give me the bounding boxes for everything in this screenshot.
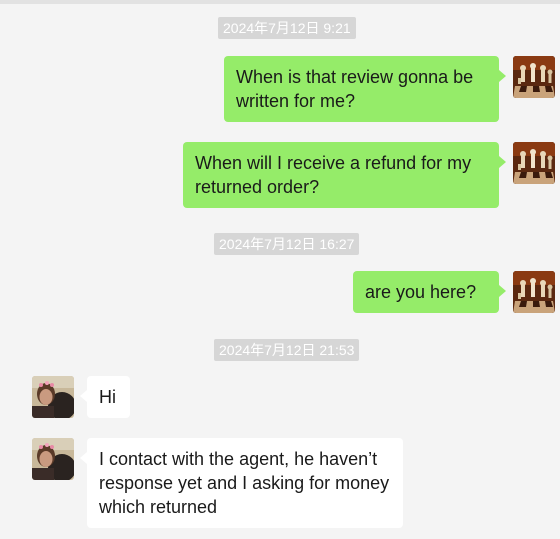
message-bubble-outgoing[interactable]: When will I receive a refund for my retu… [183,142,506,208]
message-bubble-outgoing[interactable]: are you here? [353,271,506,313]
top-divider [0,0,560,4]
message-bubble-outgoing[interactable]: When is that review gonna be written for… [224,56,506,122]
person-photo-avatar[interactable] [32,438,74,480]
timestamp: 2024年7月12日 9:21 [218,17,356,39]
chess-board-avatar[interactable] [513,56,555,98]
timestamp: 2024年7月12日 16:27 [214,233,360,255]
chess-board-avatar[interactable] [513,271,555,313]
chess-board-avatar[interactable] [513,142,555,184]
message-bubble-incoming[interactable]: Hi [80,376,130,418]
person-photo-avatar[interactable] [32,376,74,418]
chat-history: 2024年7月12日 9:21 When is that review gonn… [0,0,560,539]
message-bubble-incoming[interactable]: I contact with the agent, he haven’t res… [80,438,403,528]
timestamp: 2024年7月12日 21:53 [214,339,360,361]
